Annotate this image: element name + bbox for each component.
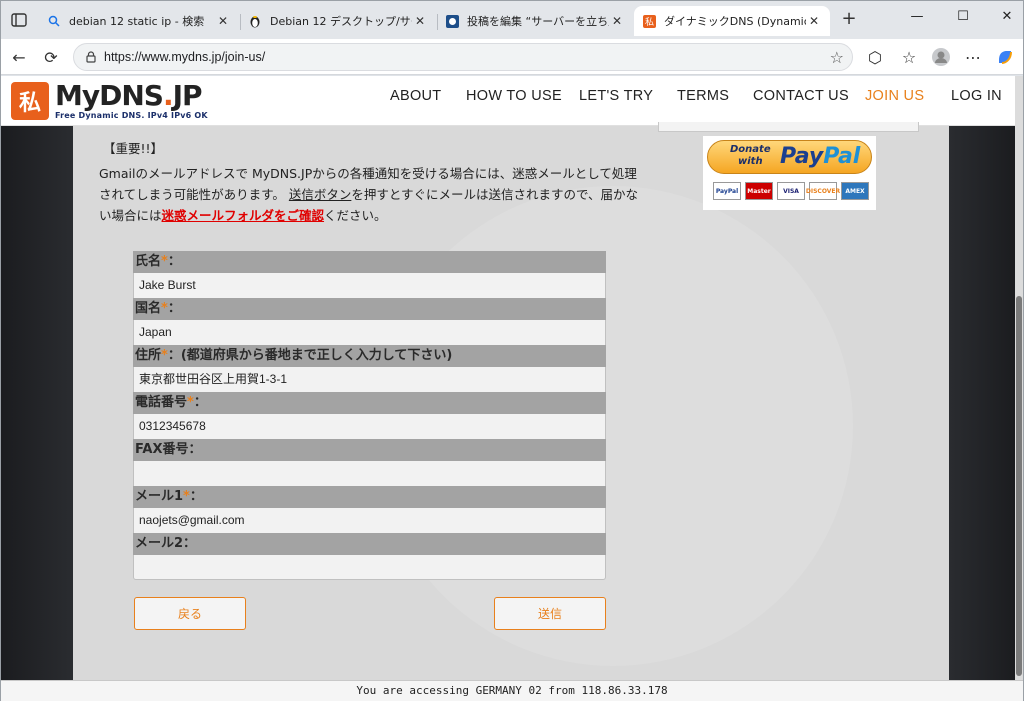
back-icon[interactable]: ← [7, 45, 31, 69]
address-input[interactable]: 東京都世田谷区上用賀1-3-1 [133, 367, 606, 392]
tab-mydns[interactable]: 私 ダイナミックDNS (Dynamic DNS)の ✕ [634, 6, 830, 36]
site-icon [445, 14, 459, 28]
browser-toolbar: ← ⟳ https://www.mydns.jp/join-us/ ☆ ⬡ ☆ … [1, 39, 1023, 75]
mail2-label: メール2： [133, 533, 606, 555]
amex-icon: AMEX [841, 182, 869, 200]
favorites-icon[interactable]: ☆ [897, 45, 921, 69]
close-window-icon[interactable]: ✕ [993, 9, 1021, 29]
nav-about[interactable]: ABOUT [390, 88, 441, 104]
notice-spam-folder-link[interactable]: 迷惑メールフォルダをご確認 [162, 208, 325, 223]
notice-title: 【重要!!】 [103, 141, 164, 156]
minimize-icon[interactable]: — [903, 9, 931, 29]
notice-text: Gmailのメールアドレスで MyDNS.JPからの各種通知を受ける場合には、迷… [99, 163, 639, 226]
paypal-donate-button[interactable]: Donate with PayPal [707, 140, 872, 174]
tab-title: Debian 12 デスクトップ/サーバーで静 [270, 15, 412, 28]
submit-button[interactable]: 送信 [494, 597, 606, 630]
more-menu-icon[interactable]: ⋯ [961, 45, 985, 69]
copilot-icon[interactable] [993, 45, 1017, 69]
mydns-favicon-icon: 私 [642, 14, 656, 28]
name-input[interactable]: Jake Burst [133, 273, 606, 298]
logo-mark: 私 [11, 82, 49, 120]
paypal-donate-text: Donate with [730, 144, 771, 167]
page-scrollbar[interactable] [1015, 76, 1023, 680]
tab-debian[interactable]: Debian 12 デスクトップ/サーバーで静 ✕ [240, 6, 436, 36]
nav-how-to-use[interactable]: HOW TO USE [466, 88, 562, 104]
phone-label: 電話番号*： [133, 392, 606, 414]
tab-title: 投稿を編集 “サーバーを立ち上げてい [467, 15, 609, 28]
background-left [1, 126, 73, 680]
country-label: 国名*： [133, 298, 606, 320]
logo-tld: JP [172, 79, 203, 112]
site-logo[interactable]: 私 MyDNS.JP Free Dynamic DNS. IPv4 IPv6 O… [11, 79, 208, 123]
profile-icon[interactable] [929, 45, 953, 69]
close-tab-icon[interactable]: ✕ [215, 14, 231, 28]
join-form: 氏名*： Jake Burst 国名*： Japan 住所*：(都道府県から番地… [133, 251, 606, 580]
tab-edit-post[interactable]: 投稿を編集 “サーバーを立ち上げてい ✕ [437, 6, 633, 36]
logo-name: MyDNS [55, 79, 164, 112]
payment-cards: PayPal Master VISA DISCOVER AMEX [713, 182, 869, 200]
paypal-donate[interactable]: Donate with PayPal PayPal Master VISA DIS… [703, 136, 876, 210]
notice-part-3: ください。 [324, 208, 387, 223]
tab-strip: debian 12 static ip - 検索 ✕ Debian 12 デスク… [1, 1, 1023, 39]
background-right [949, 126, 1015, 680]
close-tab-icon[interactable]: ✕ [806, 14, 822, 28]
back-button[interactable]: 戻る [134, 597, 246, 630]
paypal-logo: PayPal [780, 144, 861, 169]
svg-text:私: 私 [645, 17, 654, 28]
fax-input[interactable] [133, 461, 606, 486]
nav-join-us[interactable]: JOIN US [865, 88, 924, 104]
paypal-card-icon: PayPal [713, 182, 741, 200]
page-viewport: 私 MyDNS.JP Free Dynamic DNS. IPv4 IPv6 O… [1, 76, 1023, 680]
nav-contact-us[interactable]: CONTACT US [753, 88, 849, 104]
site-header: 私 MyDNS.JP Free Dynamic DNS. IPv4 IPv6 O… [1, 76, 1015, 126]
tab-actions-icon[interactable] [9, 10, 29, 30]
close-tab-icon[interactable]: ✕ [412, 14, 428, 28]
favorite-star-icon[interactable]: ☆ [830, 48, 844, 67]
logo-text: MyDNS.JP [55, 82, 208, 110]
visa-icon: VISA [777, 182, 805, 200]
access-info-text: You are accessing GERMANY 02 from 118.86… [356, 684, 668, 697]
nav-log-in[interactable]: LOG IN [951, 88, 1002, 104]
logo-tagline: Free Dynamic DNS. IPv4 IPv6 OK [55, 111, 208, 120]
mail2-input[interactable] [133, 555, 606, 580]
tab-title: ダイナミックDNS (Dynamic DNS)の [664, 15, 806, 28]
search-icon [47, 14, 61, 28]
address-label: 住所*：(都道府県から番地まで正しく入力して下さい) [133, 345, 606, 367]
nav-terms[interactable]: TERMS [677, 88, 729, 104]
tab-title: debian 12 static ip - 検索 [69, 15, 205, 28]
url-text: https://www.mydns.jp/join-us/ [104, 50, 266, 64]
main-content: 【重要!!】 Gmailのメールアドレスで MyDNS.JPからの各種通知を受け… [73, 122, 949, 680]
mail1-input[interactable]: naojets@gmail.com [133, 508, 606, 533]
fax-label: FAX番号： [133, 439, 606, 461]
sidebar-counter-box [658, 122, 919, 132]
scrollbar-thumb[interactable] [1016, 296, 1022, 676]
refresh-icon[interactable]: ⟳ [39, 45, 63, 69]
country-input[interactable]: Japan [133, 320, 606, 345]
nav-lets-try[interactable]: LET'S TRY [579, 88, 653, 104]
discover-icon: DISCOVER [806, 182, 840, 200]
logo-dot: . [162, 79, 174, 112]
notice-submit-button-ref: 送信ボタン [288, 187, 352, 202]
access-footer: You are accessing GERMANY 02 from 118.86… [1, 680, 1023, 701]
extensions-icon[interactable]: ⬡ [863, 45, 887, 69]
tab-search[interactable]: debian 12 static ip - 検索 ✕ [39, 6, 239, 36]
mail1-label: メール1*： [133, 486, 606, 508]
address-bar[interactable]: https://www.mydns.jp/join-us/ ☆ [73, 43, 853, 71]
mastercard-icon: Master [745, 182, 773, 200]
browser-window: debian 12 static ip - 検索 ✕ Debian 12 デスク… [0, 0, 1024, 701]
name-label: 氏名*： [133, 251, 606, 273]
maximize-icon[interactable]: ☐ [949, 9, 977, 29]
phone-input[interactable]: 0312345678 [133, 414, 606, 439]
new-tab-icon[interactable]: + [839, 10, 859, 30]
lock-icon [86, 51, 96, 63]
close-tab-icon[interactable]: ✕ [609, 14, 625, 28]
tux-icon [248, 14, 262, 28]
